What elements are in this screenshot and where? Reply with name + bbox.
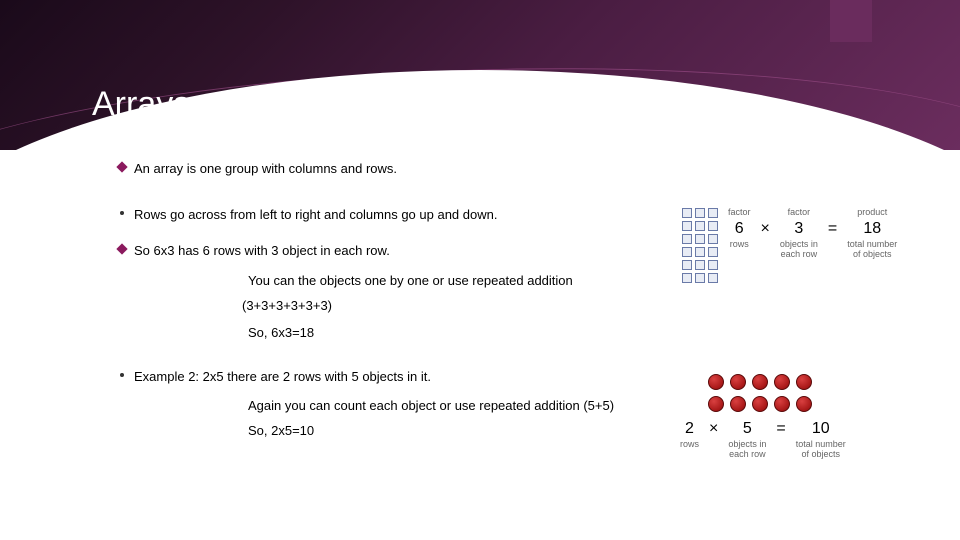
- dot-bullet-icon: [110, 206, 134, 215]
- bullet-item: Rows go across from left to right and co…: [110, 206, 670, 224]
- product-col: product 18 total number of objects: [847, 208, 897, 260]
- equals-col: =: [776, 420, 785, 438]
- sub-text: Again you can count each object or use r…: [110, 398, 670, 413]
- bullet-text: An array is one group with columns and r…: [134, 160, 397, 178]
- equation-row: factor 6 rows × factor 3 objects in each…: [682, 208, 942, 283]
- bottom-label: rows: [680, 440, 699, 450]
- top-label: factor: [728, 208, 751, 218]
- slide-title: Arrays: [92, 85, 190, 124]
- times-symbol: ×: [709, 420, 718, 438]
- factor-col: factor 6 rows: [728, 208, 751, 250]
- slide-body: An array is one group with columns and r…: [0, 160, 670, 448]
- accent-tab: [830, 0, 872, 42]
- bottom-label: rows: [730, 240, 749, 250]
- sub-text: So, 6x3=18: [110, 325, 670, 340]
- times-symbol: ×: [761, 220, 770, 238]
- factor-col: 5 objects in each row: [728, 420, 766, 460]
- bullet-text: Rows go across from left to right and co…: [134, 206, 497, 224]
- bullet-item: So 6x3 has 6 rows with 3 object in each …: [110, 242, 670, 260]
- equals-col: =: [828, 208, 837, 238]
- bottom-label: objects in each row: [780, 240, 818, 260]
- sub-text: (3+3+3+3+3+3): [110, 298, 670, 313]
- factor-value: 5: [743, 420, 752, 438]
- figure-6x3: factor 6 rows × factor 3 objects in each…: [682, 208, 942, 283]
- equals-symbol: =: [828, 220, 837, 238]
- sub-text: So, 2x5=10: [110, 423, 670, 438]
- operator-col: ×: [709, 420, 718, 438]
- factor-col: 2 rows: [680, 420, 699, 450]
- dot-array: [708, 374, 920, 414]
- bottom-label: objects in each row: [728, 440, 766, 460]
- array-grid: [682, 208, 718, 283]
- bullet-text: Example 2: 2x5 there are 2 rows with 5 o…: [134, 368, 431, 386]
- product-value: 18: [863, 220, 881, 238]
- operator-col: ×: [761, 208, 770, 238]
- factor-value: 6: [735, 220, 744, 238]
- diamond-bullet-icon: [110, 242, 134, 253]
- diamond-bullet-icon: [110, 160, 134, 171]
- factor-value: 3: [794, 220, 803, 238]
- equals-symbol: =: [776, 420, 785, 438]
- equation-row: 2 rows × 5 objects in each row = 10 tota…: [680, 420, 920, 460]
- dot-bullet-icon: [110, 368, 134, 377]
- figure-2x5: 2 rows × 5 objects in each row = 10 tota…: [680, 374, 920, 460]
- bullet-text: So 6x3 has 6 rows with 3 object in each …: [134, 242, 390, 260]
- bullet-item: Example 2: 2x5 there are 2 rows with 5 o…: [110, 368, 670, 386]
- bottom-label: total number of objects: [796, 440, 846, 460]
- product-col: 10 total number of objects: [796, 420, 846, 460]
- bullet-item: An array is one group with columns and r…: [110, 160, 670, 178]
- slide-header: Arrays: [0, 0, 960, 150]
- bottom-label: total number of objects: [847, 240, 897, 260]
- factor-col: factor 3 objects in each row: [780, 208, 818, 260]
- top-label: product: [857, 208, 887, 218]
- product-value: 10: [812, 420, 830, 438]
- sub-text: You can the objects one by one or use re…: [110, 273, 670, 288]
- top-label: factor: [788, 208, 811, 218]
- factor-value: 2: [685, 420, 694, 438]
